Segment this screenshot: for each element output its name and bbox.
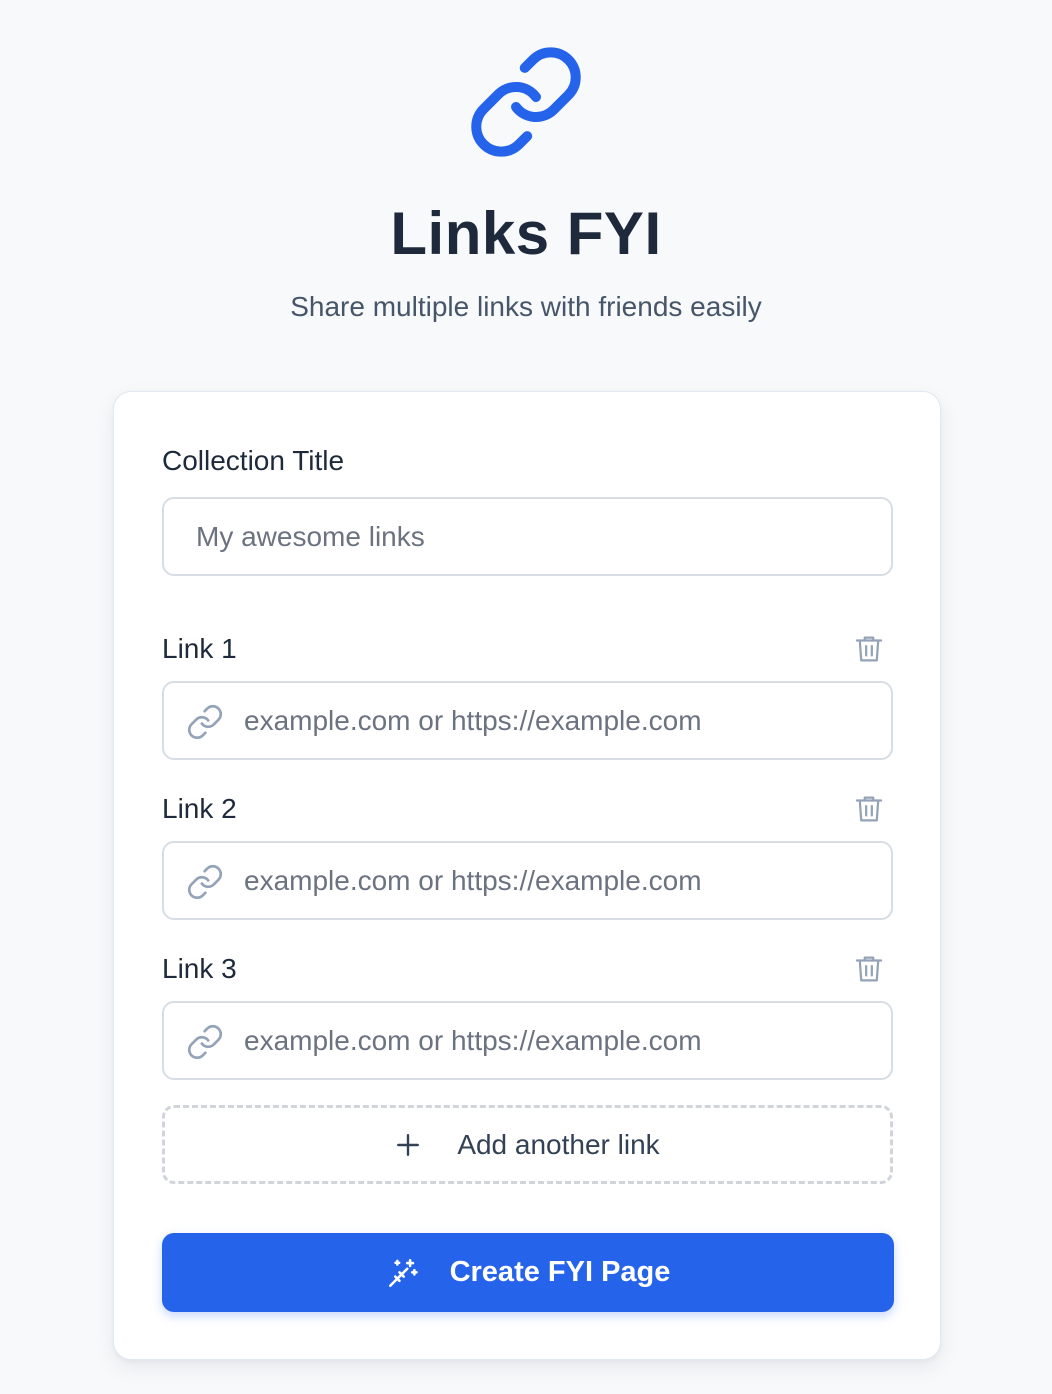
- link-icon: [186, 1023, 224, 1061]
- link-3-label: Link 3: [162, 953, 237, 984]
- delete-link-3-button[interactable]: [852, 952, 886, 986]
- link-1-field: [162, 681, 893, 760]
- collection-title-label: Collection Title: [162, 445, 345, 476]
- delete-link-2-button[interactable]: [852, 792, 886, 826]
- link-form-card: Collection Title Link 1: [113, 391, 941, 1360]
- collection-title-field: [162, 497, 893, 576]
- link-logo-icon: [466, 42, 586, 162]
- link-2-label: Link 2: [162, 793, 237, 824]
- trash-icon: [855, 956, 883, 982]
- magic-wand-icon: [386, 1256, 420, 1290]
- plus-icon: [395, 1132, 421, 1158]
- add-link-label: Add another link: [457, 1128, 660, 1160]
- page: Links FYI Share multiple links with frie…: [0, 0, 1052, 1394]
- link-3-field: [162, 1001, 893, 1080]
- app-subtitle: Share multiple links with friends easily: [290, 291, 762, 322]
- trash-icon: [855, 636, 883, 662]
- add-link-button[interactable]: Add another link: [162, 1105, 893, 1184]
- link-2-input[interactable]: [244, 843, 871, 918]
- delete-link-1-button[interactable]: [852, 632, 886, 666]
- app-title: Links FYI: [390, 200, 662, 267]
- collection-title-input[interactable]: [196, 499, 871, 574]
- link-1-input[interactable]: [244, 683, 871, 758]
- link-1-label: Link 1: [162, 633, 237, 664]
- create-fyi-page-button[interactable]: Create FYI Page: [162, 1233, 894, 1312]
- create-fyi-page-label: Create FYI Page: [449, 1256, 671, 1288]
- link-3-input[interactable]: [244, 1003, 871, 1078]
- trash-icon: [855, 796, 883, 822]
- link-2-field: [162, 841, 893, 920]
- link-icon: [186, 863, 224, 901]
- link-icon: [186, 703, 224, 741]
